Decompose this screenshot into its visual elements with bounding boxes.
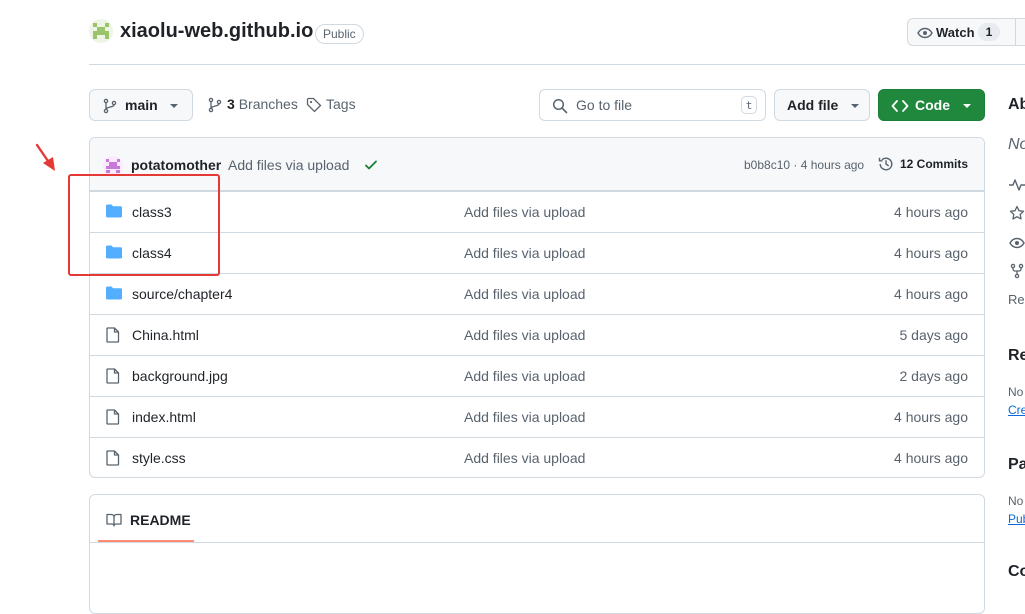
file-commit-time: 2 days ago xyxy=(899,368,969,384)
file-commit-message[interactable]: Add files via upload xyxy=(464,450,585,466)
eye-icon xyxy=(1009,235,1025,251)
file-name-link[interactable]: China.html xyxy=(132,327,199,343)
file-name-link[interactable]: index.html xyxy=(132,409,196,425)
branch-name: main xyxy=(125,97,158,113)
file-commit-time: 4 hours ago xyxy=(894,204,968,220)
file-commit-time: 4 hours ago xyxy=(894,245,968,261)
folder-icon xyxy=(106,286,122,300)
pulse-icon xyxy=(1009,177,1025,193)
sidebar-readme-link[interactable]: Re xyxy=(1008,292,1025,307)
git-branch-icon xyxy=(102,98,118,114)
commit-author-link[interactable]: potatomother xyxy=(131,157,221,173)
repo-name-link[interactable]: xiaolu-web.github.io xyxy=(120,20,313,43)
book-icon xyxy=(106,512,122,528)
star-icon xyxy=(1009,205,1025,221)
readme-tab[interactable]: README xyxy=(130,512,191,528)
file-row[interactable]: China.html Add files via upload 5 days a… xyxy=(90,314,984,355)
file-commit-message[interactable]: Add files via upload xyxy=(464,245,585,261)
branches-link[interactable]: 3 Branches xyxy=(207,96,298,113)
code-icon xyxy=(891,98,909,114)
go-to-file-input[interactable]: Go to file t xyxy=(539,89,766,121)
highlight-box xyxy=(68,174,220,276)
packages-text: No xyxy=(1008,494,1024,508)
tag-icon xyxy=(306,97,322,113)
go-to-file-placeholder: Go to file xyxy=(576,97,633,113)
file-name-link[interactable]: style.css xyxy=(132,450,186,466)
file-commit-message[interactable]: Add files via upload xyxy=(464,286,585,302)
watch-count: 1 xyxy=(978,23,1000,41)
file-icon xyxy=(106,327,120,343)
packages-heading[interactable]: Pa xyxy=(1008,456,1025,474)
file-row[interactable]: style.css Add files via upload 4 hours a… xyxy=(90,437,984,477)
file-commit-message[interactable]: Add files via upload xyxy=(464,327,585,343)
branches-label: Branches xyxy=(238,96,298,112)
file-row[interactable]: source/chapter4 Add files via upload 4 h… xyxy=(90,273,984,314)
add-file-button[interactable]: Add file xyxy=(774,89,870,121)
file-commit-message[interactable]: Add files via upload xyxy=(464,409,585,425)
commits-count-label: 12 Commits xyxy=(900,157,969,171)
contributors-heading[interactable]: Co xyxy=(1008,563,1025,581)
file-icon xyxy=(106,368,120,384)
check-icon[interactable] xyxy=(364,158,378,172)
file-name-link[interactable]: source/chapter4 xyxy=(132,286,232,302)
shortcut-key: t xyxy=(741,96,757,114)
watch-label: Watch xyxy=(936,25,975,40)
eye-icon xyxy=(917,25,933,41)
fork-icon xyxy=(1009,263,1025,279)
file-commit-message[interactable]: Add files via upload xyxy=(464,368,585,384)
about-heading: Ab xyxy=(1008,96,1025,113)
branch-select-button[interactable]: main xyxy=(89,89,193,121)
readme-panel: README xyxy=(89,494,985,614)
publish-package-link[interactable]: Pub xyxy=(1008,512,1025,526)
file-icon xyxy=(106,450,120,466)
file-row[interactable]: index.html Add files via upload 4 hours … xyxy=(90,396,984,437)
file-commit-message[interactable]: Add files via upload xyxy=(464,204,585,220)
chevron-down-icon xyxy=(850,103,860,109)
latest-commit-bar: potatomother Add files via upload b0b8c1… xyxy=(90,138,984,191)
file-row[interactable]: class3 Add files via upload 4 hours ago xyxy=(90,191,984,232)
file-commit-time: 4 hours ago xyxy=(894,450,968,466)
branches-count: 3 xyxy=(227,96,235,112)
file-name-link[interactable]: background.jpg xyxy=(132,368,228,384)
create-release-link[interactable]: Cre xyxy=(1008,403,1025,417)
file-list: potatomother Add files via upload b0b8c1… xyxy=(89,137,985,478)
releases-heading[interactable]: Re xyxy=(1008,347,1025,365)
git-branch-icon xyxy=(207,97,223,113)
tags-link[interactable]: Tags xyxy=(306,96,356,113)
file-commit-time: 4 hours ago xyxy=(894,409,968,425)
file-row[interactable]: background.jpg Add files via upload 2 da… xyxy=(90,355,984,396)
file-commit-time: 4 hours ago xyxy=(894,286,968,302)
commit-message-link[interactable]: Add files via upload xyxy=(228,157,349,173)
file-commit-time: 5 days ago xyxy=(899,327,969,343)
file-icon xyxy=(106,409,120,425)
no-description-text: No xyxy=(1008,136,1025,153)
readme-divider xyxy=(90,542,984,543)
search-icon xyxy=(552,98,568,114)
commit-hash-time[interactable]: b0b8c10 · 4 hours ago xyxy=(744,158,864,172)
releases-text: No xyxy=(1008,385,1024,399)
watch-button[interactable]: Watch 1 xyxy=(907,18,1025,46)
code-label: Code xyxy=(915,97,950,113)
annotation-arrow-icon xyxy=(34,143,58,173)
chevron-down-icon xyxy=(169,103,179,109)
repo-owner-avatar[interactable] xyxy=(89,19,113,43)
watch-divider xyxy=(1015,18,1016,46)
code-button[interactable]: Code xyxy=(878,89,985,121)
visibility-badge: Public xyxy=(315,24,364,44)
file-row[interactable]: class4 Add files via upload 4 hours ago xyxy=(90,232,984,273)
chevron-down-icon xyxy=(962,103,972,109)
header-divider xyxy=(89,64,1025,65)
author-avatar[interactable] xyxy=(103,156,123,176)
history-icon xyxy=(878,156,894,172)
add-file-label: Add file xyxy=(787,97,839,113)
